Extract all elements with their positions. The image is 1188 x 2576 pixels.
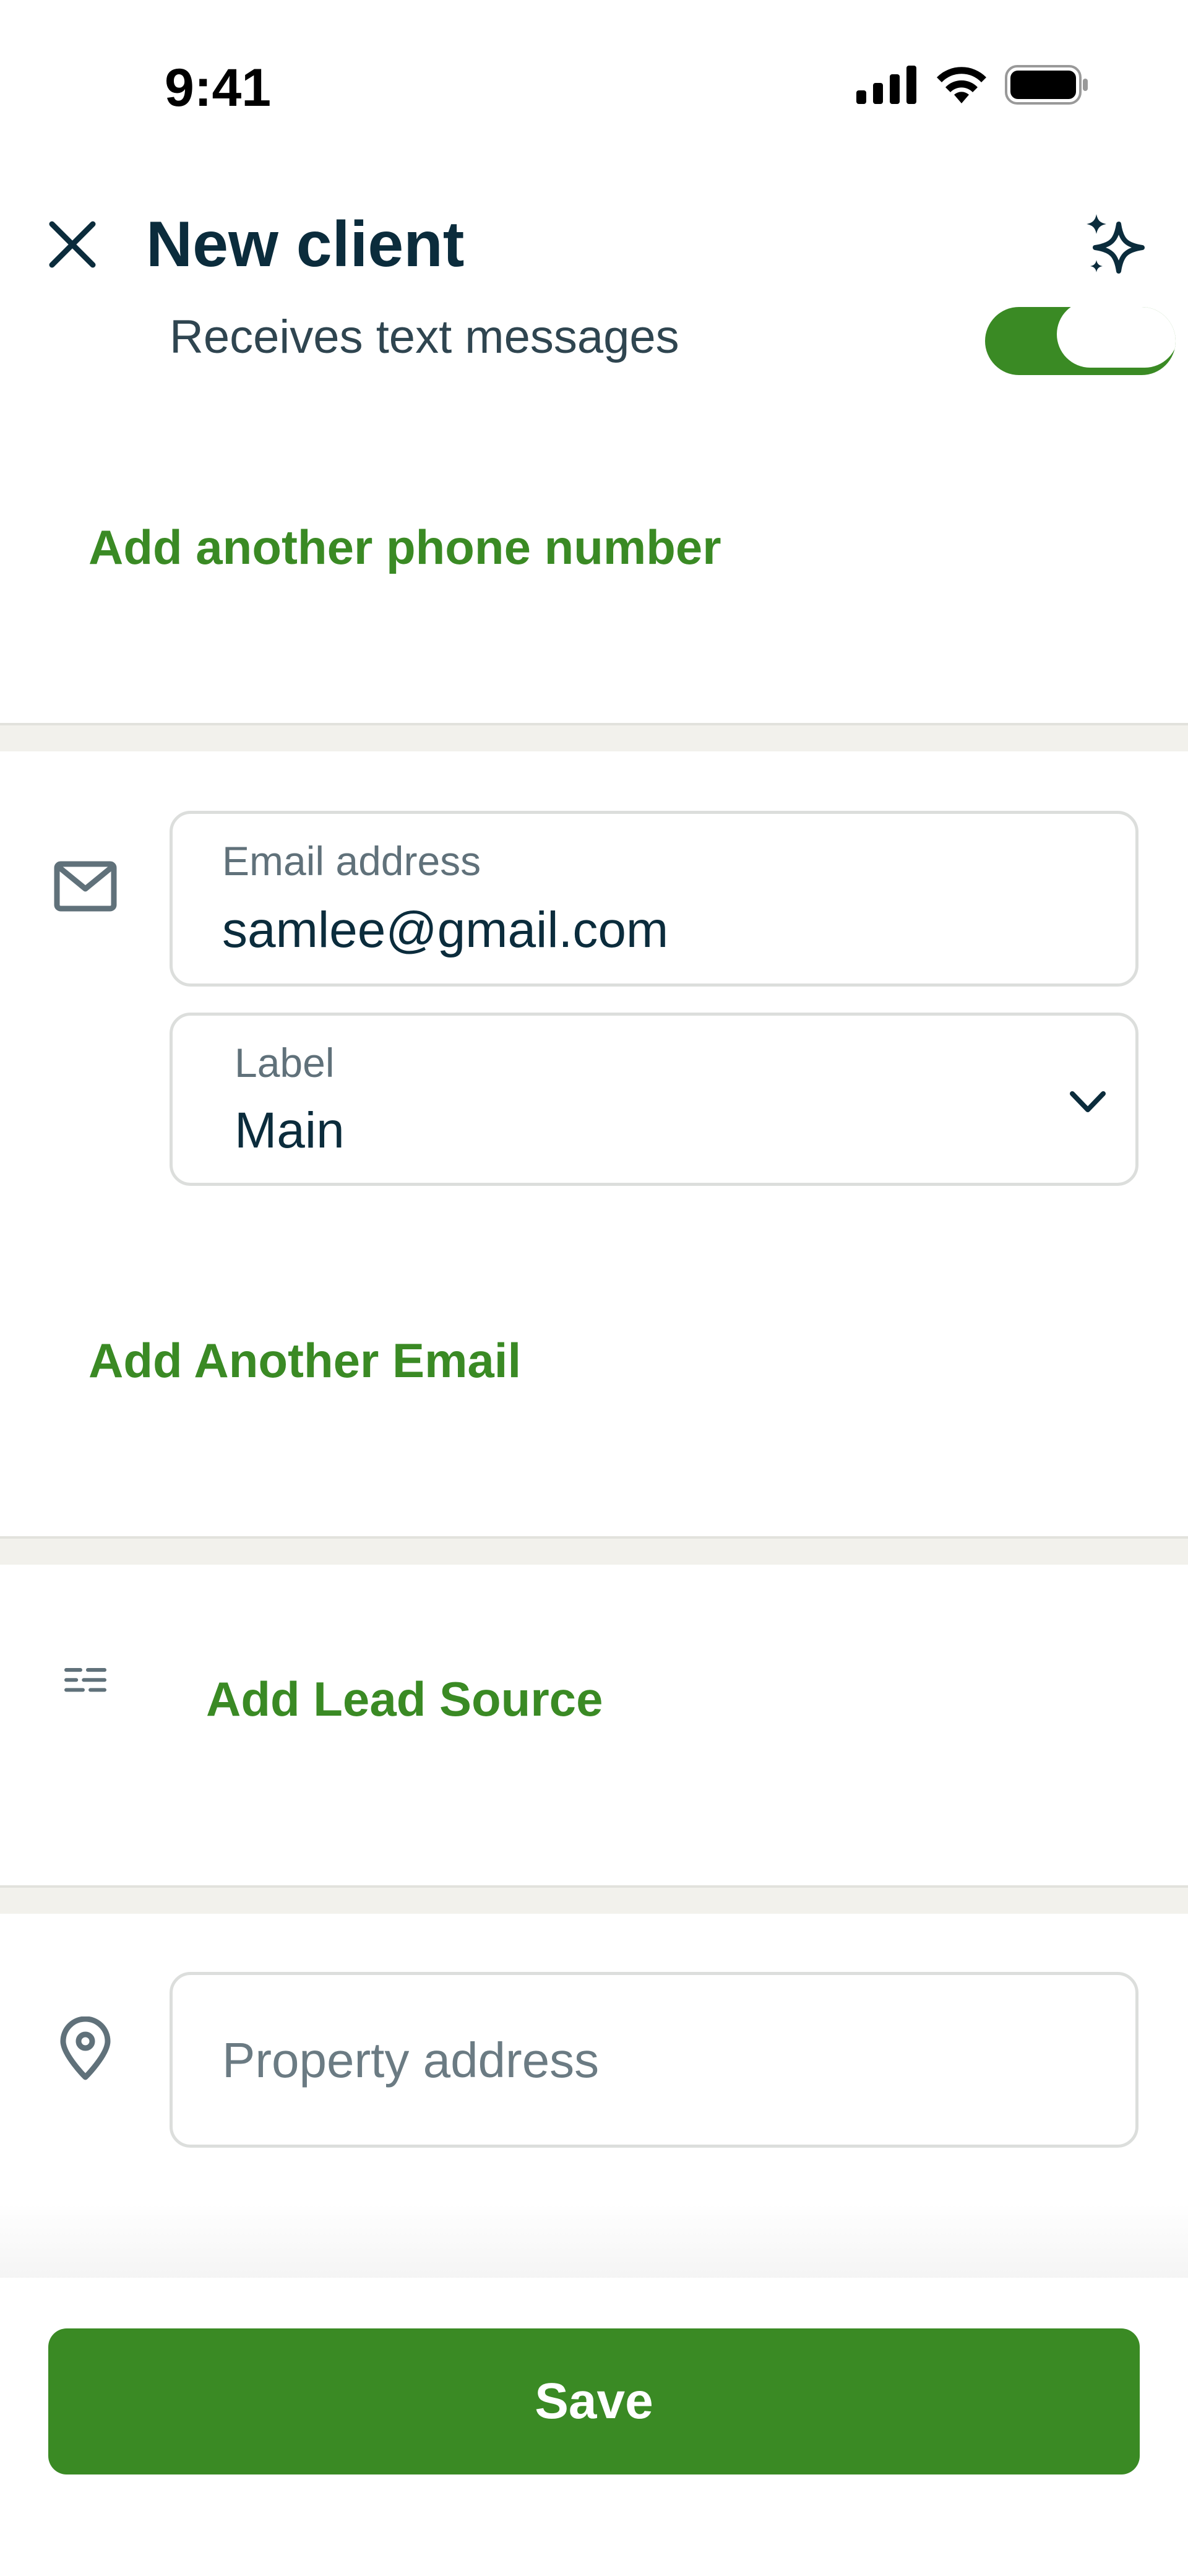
section-divider: [0, 1536, 1188, 1565]
label-field-label: Label: [235, 1040, 335, 1086]
property-address-placeholder: Property address: [222, 2033, 600, 2088]
property-address-input[interactable]: Property address: [170, 1972, 1138, 2148]
battery-icon: [1005, 65, 1088, 105]
chevron-down-icon: [1070, 1091, 1106, 1112]
page-title: New client: [146, 209, 465, 280]
footer-shadow: [0, 2203, 1188, 2278]
sms-label: Receives text messages: [170, 311, 679, 363]
location-pin-icon: [60, 2016, 111, 2080]
mail-icon: [54, 861, 117, 912]
close-icon[interactable]: [46, 218, 99, 271]
section-divider: [0, 1885, 1188, 1914]
save-button[interactable]: Save: [48, 2328, 1140, 2474]
section-divider: [0, 723, 1188, 751]
toggle-knob: [1057, 307, 1176, 368]
sparkle-icon[interactable]: [1083, 210, 1151, 279]
add-lead-source-link[interactable]: Add Lead Source: [206, 1669, 603, 1729]
sms-toggle[interactable]: [985, 307, 1176, 375]
email-field-value: samlee@gmail.com: [222, 902, 669, 958]
wifi-icon: [937, 67, 986, 103]
add-email-link[interactable]: Add Another Email: [88, 1331, 521, 1390]
add-phone-link[interactable]: Add another phone number: [88, 517, 721, 577]
status-icons: [856, 65, 1089, 105]
signal-icon: [856, 66, 916, 104]
email-field-label: Email address: [222, 838, 481, 884]
label-field-value: Main: [235, 1102, 345, 1159]
email-field[interactable]: Email address samlee@gmail.com: [170, 811, 1138, 987]
lead-source-icon: [64, 1668, 106, 1692]
email-label-select[interactable]: Label Main: [170, 1013, 1138, 1186]
status-time: 9:41: [165, 58, 272, 118]
